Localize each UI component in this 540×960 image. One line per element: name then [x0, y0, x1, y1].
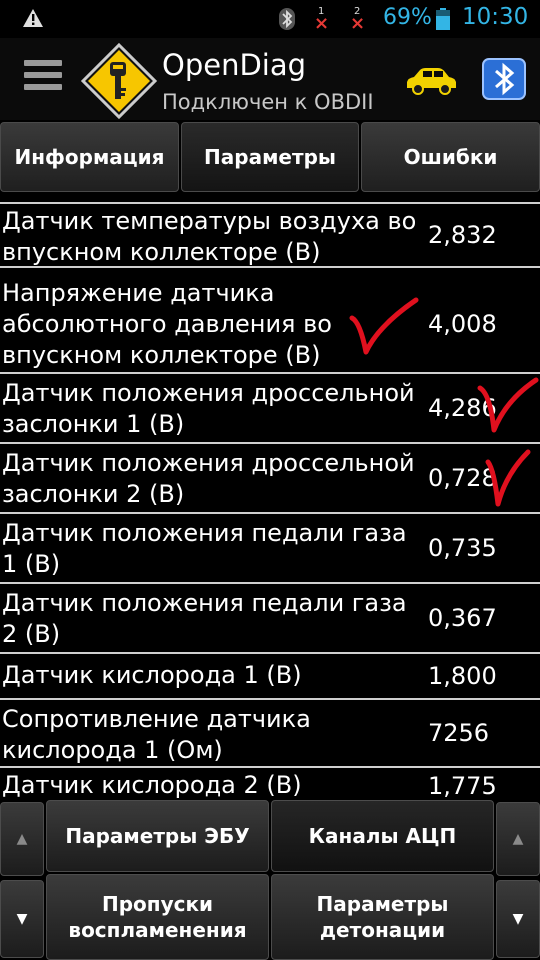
list-item[interactable]: Напряжение датчика абсолютного давления …	[0, 266, 540, 372]
scroll-up-button[interactable]: ▲	[0, 802, 44, 876]
connection-status: Подключен к OBDII	[162, 90, 374, 114]
parameters-list[interactable]: Датчик температуры воздуха во впускном к…	[0, 194, 540, 800]
knock-params-button[interactable]: Параметры детонации	[271, 874, 494, 960]
red-checkmark-icon	[349, 297, 419, 355]
red-checkmark-icon	[485, 449, 531, 507]
action-bar: OpenDiag Подключен к OBDII	[0, 38, 540, 120]
adc-channels-button[interactable]: Каналы АЦП	[271, 800, 494, 872]
app-title: OpenDiag	[162, 48, 307, 82]
param-label: Датчик температуры воздуха во впускном к…	[2, 207, 417, 266]
scroll-up-right-button[interactable]: ▲	[496, 802, 540, 876]
clock: 10:30	[462, 4, 529, 30]
param-value: 1,775	[428, 772, 497, 800]
warning-icon	[23, 9, 43, 27]
list-item[interactable]: Датчик температуры воздуха во впускном к…	[0, 202, 540, 266]
param-label: Датчик положения педали газа 2 (В)	[2, 589, 407, 648]
battery-icon	[436, 8, 450, 30]
list-item[interactable]: Датчик кислорода 1 (В) 1,800	[0, 652, 540, 698]
list-item[interactable]: Датчик положения дроссельной заслонки 2 …	[0, 442, 540, 512]
menu-icon[interactable]	[24, 60, 62, 96]
no-signal-sim1-icon: 1 ×	[314, 6, 330, 34]
scroll-down-right-button[interactable]: ▼	[496, 880, 540, 958]
param-label: Датчик положения дроссельной заслонки 2 …	[2, 449, 415, 508]
tab-errors[interactable]: Ошибки	[361, 122, 540, 192]
param-value: 0,367	[428, 604, 497, 632]
car-icon[interactable]	[404, 64, 458, 96]
list-item[interactable]: Сопротивление датчика кислорода 1 (Ом) 7…	[0, 698, 540, 766]
list-item[interactable]: Датчик кислорода 2 (В) 1,775	[0, 766, 540, 800]
param-value: 2,832	[428, 221, 497, 249]
tab-parameters[interactable]: Параметры	[181, 122, 359, 192]
status-bar: 1 × 2 × 69% 10:30	[0, 0, 540, 38]
no-signal-sim2-icon: 2 ×	[350, 6, 366, 34]
bottom-button-panel: ▲ Параметры ЭБУ Каналы АЦП ▲ ▼ Пропуски …	[0, 800, 540, 960]
app-logo-icon	[80, 42, 158, 120]
misfires-button[interactable]: Пропуски воспламенения	[46, 874, 269, 960]
param-value: 7256	[428, 719, 490, 747]
ecu-params-button[interactable]: Параметры ЭБУ	[46, 800, 269, 872]
param-value: 1,800	[428, 662, 497, 690]
red-checkmark-icon	[477, 377, 539, 433]
param-label: Датчик положения педали газа 1 (В)	[2, 519, 407, 578]
scroll-down-button[interactable]: ▼	[0, 880, 44, 958]
bluetooth-adapter-icon[interactable]	[482, 58, 526, 100]
param-label: Датчик кислорода 1 (В)	[2, 661, 302, 689]
param-value: 4,008	[428, 310, 497, 338]
param-label: Датчик кислорода 2 (В)	[2, 771, 302, 799]
param-label: Сопротивление датчика кислорода 1 (Ом)	[2, 705, 311, 764]
param-value: 0,735	[428, 534, 497, 562]
battery-percent: 69%	[383, 5, 432, 30]
param-label: Датчик положения дроссельной заслонки 1 …	[2, 379, 415, 438]
list-item[interactable]: Датчик положения педали газа 1 (В) 0,735	[0, 512, 540, 582]
list-item[interactable]: Датчик положения дроссельной заслонки 1 …	[0, 372, 540, 442]
tab-information[interactable]: Информация	[0, 122, 179, 192]
tab-bar: Информация Параметры Ошибки	[0, 122, 540, 194]
bluetooth-icon	[279, 8, 295, 30]
list-item[interactable]: Датчик положения педали газа 2 (В) 0,367	[0, 582, 540, 652]
